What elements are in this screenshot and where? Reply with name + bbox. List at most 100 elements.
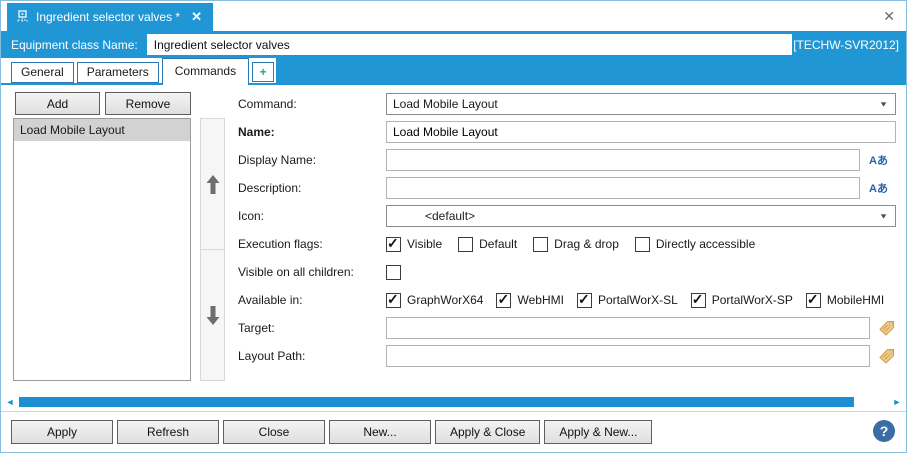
tab-commands[interactable]: Commands xyxy=(161,58,250,85)
tab-strip-fill xyxy=(276,58,906,85)
display-name-label: Display Name: xyxy=(238,153,317,167)
target-row: Target: xyxy=(238,317,896,339)
icon-select-value: <default> xyxy=(425,209,476,223)
help-icon[interactable]: ? xyxy=(873,420,895,442)
close-button[interactable]: Close xyxy=(223,420,325,444)
apply-and-new-button[interactable]: Apply & New... xyxy=(544,420,653,444)
horizontal-scrollbar[interactable]: ◄ ► xyxy=(3,395,904,409)
equipment-class-name-input[interactable] xyxy=(146,34,792,55)
description-row: Description: Aあ xyxy=(238,177,896,199)
checkbox-graphworx64[interactable]: GraphWorX64 xyxy=(386,291,483,308)
scroll-right-icon[interactable]: ► xyxy=(890,395,904,409)
checkbox-box[interactable] xyxy=(576,291,592,308)
tag-icon[interactable] xyxy=(878,347,896,365)
command-form: Command: Load Mobile Layout ▼ Name: Disp… xyxy=(238,93,896,373)
list-item[interactable]: Load Mobile Layout xyxy=(14,119,190,141)
command-select[interactable]: Load Mobile Layout ▼ xyxy=(386,93,896,115)
checkbox-label: MobileHMI xyxy=(826,293,885,307)
tab-general[interactable]: General xyxy=(11,62,74,83)
display-name-input[interactable] xyxy=(386,149,860,171)
add-tab-button[interactable]: + xyxy=(252,62,275,82)
layout-path-input[interactable] xyxy=(386,345,870,367)
checkbox-mobilehmi[interactable]: MobileHMI xyxy=(805,291,885,308)
down-arrow-icon xyxy=(206,305,220,325)
move-down-button[interactable] xyxy=(200,250,225,381)
checkbox-box[interactable] xyxy=(386,235,401,252)
apply-and-close-button[interactable]: Apply & Close xyxy=(435,420,541,444)
description-input[interactable] xyxy=(386,177,860,199)
equipment-icon xyxy=(15,9,29,25)
checkbox-box[interactable] xyxy=(805,291,821,308)
footer-bar: Apply Refresh Close New... Apply & Close… xyxy=(1,411,906,452)
checkbox-box[interactable] xyxy=(386,291,401,308)
checkbox-label: Drag & drop xyxy=(554,237,619,251)
server-badge: [TECHW-SVR2012] xyxy=(793,37,899,52)
checkbox-label: PortalWorX-SL xyxy=(597,293,678,307)
checkbox-portalworx-sl[interactable]: PortalWorX-SL xyxy=(576,291,678,308)
new-button[interactable]: New... xyxy=(329,420,431,444)
document-tab-title: Ingredient selector valves * xyxy=(36,10,181,24)
commands-list[interactable]: Load Mobile Layout xyxy=(13,118,191,381)
visible-on-all-children-label: Visible on all children: xyxy=(238,265,354,279)
execution-flags-row: Execution flags: Visible Default Drag & … xyxy=(238,233,896,255)
chevron-down-icon: ▼ xyxy=(879,100,888,108)
reorder-column xyxy=(200,118,225,381)
localize-icon[interactable]: Aあ xyxy=(869,180,896,196)
window-close-icon[interactable]: ✕ xyxy=(883,8,895,25)
name-label: Name: xyxy=(238,125,275,139)
add-command-button[interactable]: Add xyxy=(15,92,100,115)
checkbox-label: PortalWorX-SP xyxy=(711,293,793,307)
localize-icon[interactable]: Aあ xyxy=(869,152,896,168)
icon-select[interactable]: <default> ▼ xyxy=(386,205,896,227)
document-tab-close-icon[interactable]: ✕ xyxy=(191,9,202,25)
scrollbar-thumb[interactable] xyxy=(19,397,854,407)
checkbox-visible[interactable]: Visible xyxy=(386,235,443,252)
chevron-down-icon: ▼ xyxy=(879,212,888,220)
tab-parameters[interactable]: Parameters xyxy=(76,62,159,83)
checkbox-webhmi[interactable]: WebHMI xyxy=(496,291,564,308)
description-label: Description: xyxy=(238,181,302,195)
header-bar: Equipment class Name: [TECHW-SVR2012] xyxy=(1,31,906,58)
available-in-label: Available in: xyxy=(238,293,303,307)
checkbox-label: Default xyxy=(479,237,518,251)
up-arrow-icon xyxy=(206,174,220,194)
checkbox-directly-accessible[interactable]: Directly accessible xyxy=(634,236,756,252)
remove-command-button[interactable]: Remove xyxy=(105,92,191,115)
icon-label: Icon: xyxy=(238,209,265,223)
tab-strip-underline xyxy=(1,83,906,85)
refresh-button[interactable]: Refresh xyxy=(117,420,219,444)
command-select-value: Load Mobile Layout xyxy=(393,97,498,111)
available-in-row: Available in: GraphWorX64 WebHMI PortalW… xyxy=(238,289,896,311)
checkbox-label: WebHMI xyxy=(517,293,564,307)
checkbox-box[interactable] xyxy=(496,291,512,308)
checkbox-label: Directly accessible xyxy=(655,237,756,251)
execution-flags-label: Execution flags: xyxy=(238,237,323,251)
name-input[interactable] xyxy=(386,121,896,143)
checkbox-visible-on-all-children[interactable] xyxy=(386,264,407,280)
equipment-class-name-label: Equipment class Name: xyxy=(11,37,138,52)
checkbox-default[interactable]: Default xyxy=(458,236,518,252)
document-tab[interactable]: Ingredient selector valves * ✕ xyxy=(7,3,213,31)
target-label: Target: xyxy=(238,321,275,335)
scrollbar-track[interactable] xyxy=(17,396,890,408)
checkbox-drag-drop[interactable]: Drag & drop xyxy=(533,236,619,252)
checkbox-box[interactable] xyxy=(634,236,650,252)
layout-path-row: Layout Path: xyxy=(238,345,896,367)
move-up-button[interactable] xyxy=(200,118,225,250)
name-row: Name: xyxy=(238,121,896,143)
checkbox-box[interactable] xyxy=(533,236,549,252)
checkbox-portalworx-sp[interactable]: PortalWorX-SP xyxy=(690,291,793,308)
checkbox-box[interactable] xyxy=(386,264,401,280)
visible-on-all-children-row: Visible on all children: xyxy=(238,261,896,283)
command-row: Command: Load Mobile Layout ▼ xyxy=(238,93,896,115)
command-label: Command: xyxy=(238,97,297,111)
equipment-class-editor-window: Ingredient selector valves * ✕ ✕ Equipme… xyxy=(0,0,907,453)
checkbox-box[interactable] xyxy=(458,236,474,252)
checkbox-label: Visible xyxy=(407,237,443,251)
target-input[interactable] xyxy=(386,317,870,339)
display-name-row: Display Name: Aあ xyxy=(238,149,896,171)
apply-button[interactable]: Apply xyxy=(11,420,113,444)
tag-icon[interactable] xyxy=(878,319,896,337)
scroll-left-icon[interactable]: ◄ xyxy=(3,395,17,409)
checkbox-box[interactable] xyxy=(690,291,706,308)
